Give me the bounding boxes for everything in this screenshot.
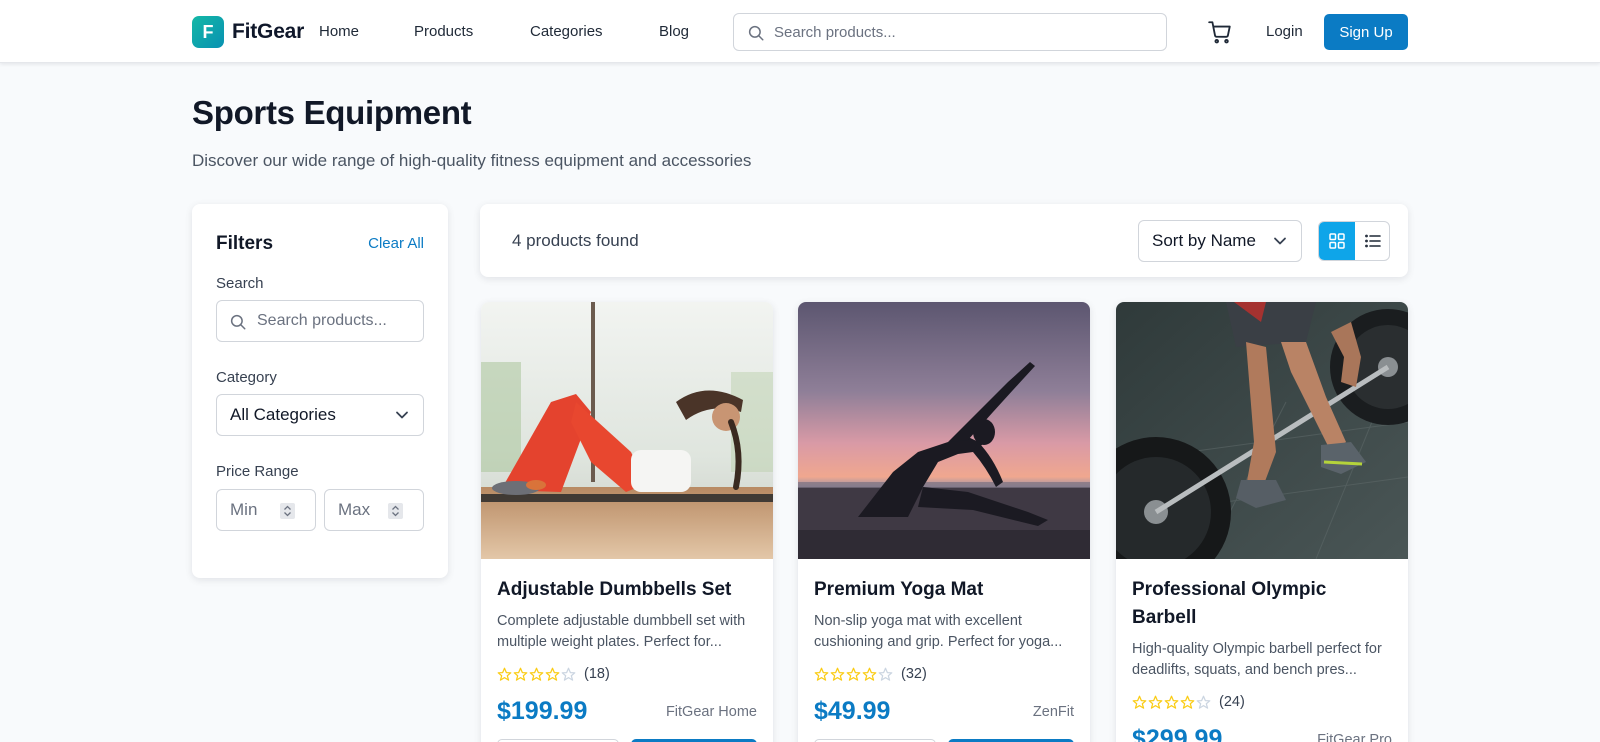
price-max-placeholder: Max <box>338 500 371 519</box>
grid-view-icon[interactable] <box>1319 222 1355 260</box>
filters-panel: Filters Clear All Search Category All Ca… <box>192 204 448 578</box>
star-icon <box>1148 695 1163 709</box>
product-rating: (18) <box>497 666 610 682</box>
page-subtitle: Discover our wide range of high-quality … <box>192 151 752 170</box>
star-icon <box>497 667 512 681</box>
product-image[interactable] <box>1116 302 1408 559</box>
product-brand: FitGear Home <box>665 704 757 720</box>
category-select[interactable]: All Categories <box>216 394 424 436</box>
login-button[interactable]: Login <box>1266 23 1303 40</box>
search-icon <box>748 25 764 41</box>
stepper-icon[interactable] <box>280 503 295 519</box>
category-select-value: All Categories <box>230 405 336 424</box>
filter-search-input[interactable] <box>257 301 417 341</box>
cart-icon[interactable] <box>1207 19 1233 45</box>
brand-logo[interactable]: F FitGear <box>192 16 304 48</box>
price-min-input[interactable]: Min <box>216 489 316 531</box>
product-title[interactable]: Professional Olympic Barbell <box>1132 576 1394 632</box>
list-view-icon[interactable] <box>1355 222 1389 260</box>
nav-link-blog[interactable]: Blog <box>659 23 689 40</box>
product-brand: FitGear Pro <box>1317 732 1392 742</box>
page-title: Sports Equipment <box>192 94 472 131</box>
product-price: $199.99 <box>497 697 588 725</box>
view-toggle <box>1318 221 1390 261</box>
nav-link-categories[interactable]: Categories <box>530 23 603 40</box>
product-card[interactable]: Professional Olympic Barbell High-qualit… <box>1116 302 1408 742</box>
filter-search[interactable] <box>216 300 424 342</box>
nav-link-home[interactable]: Home <box>319 23 359 40</box>
product-description: Complete adjustable dumbbell set with mu… <box>497 613 746 650</box>
signup-button[interactable]: Sign Up <box>1324 14 1408 50</box>
star-icon <box>1196 695 1211 709</box>
search-icon <box>230 314 246 330</box>
product-price: $49.99 <box>814 697 891 725</box>
star-icon <box>1180 695 1195 709</box>
price-max-input[interactable]: Max <box>324 489 424 531</box>
star-icon <box>846 667 861 681</box>
header-search[interactable] <box>733 13 1167 51</box>
chevron-down-icon <box>396 411 408 419</box>
header-search-input[interactable] <box>774 14 1154 50</box>
rating-count: (32) <box>901 666 927 682</box>
logo-text: FitGear <box>232 20 305 43</box>
product-title[interactable]: Premium Yoga Mat <box>814 576 1076 604</box>
results-toolbar: 4 products found Sort by Name <box>480 204 1408 277</box>
rating-count: (24) <box>1219 694 1245 710</box>
product-image[interactable] <box>798 302 1090 559</box>
product-card[interactable]: Premium Yoga Mat Non-slip yoga mat with … <box>798 302 1090 742</box>
star-icon <box>1164 695 1179 709</box>
star-icon <box>513 667 528 681</box>
star-icon <box>545 667 560 681</box>
product-title[interactable]: Adjustable Dumbbells Set <box>497 576 759 604</box>
product-brand: ZenFit <box>1032 704 1074 720</box>
product-rating: (24) <box>1132 694 1245 710</box>
chevron-down-icon <box>1274 237 1286 245</box>
clear-all-button[interactable]: Clear All <box>368 235 424 252</box>
star-icon <box>561 667 576 681</box>
star-icon <box>1132 695 1147 709</box>
star-icon <box>830 667 845 681</box>
stepper-icon[interactable] <box>388 503 403 519</box>
star-icon <box>814 667 829 681</box>
top-navbar: F FitGear Home Products Categories Blog … <box>0 0 1600 63</box>
star-icon <box>862 667 877 681</box>
nav-link-products[interactable]: Products <box>414 23 473 40</box>
price-min-placeholder: Min <box>230 500 258 519</box>
price-range-label: Price Range <box>216 463 299 480</box>
star-icon <box>529 667 544 681</box>
product-card[interactable]: Adjustable Dumbbells Set Complete adjust… <box>481 302 773 742</box>
product-description: Non-slip yoga mat with excellent cushion… <box>814 613 1063 650</box>
logo-mark: F <box>192 16 224 48</box>
product-description: High-quality Olympic barbell perfect for… <box>1132 641 1382 678</box>
sort-select[interactable]: Sort by Name <box>1138 220 1302 262</box>
product-rating: (32) <box>814 666 927 682</box>
product-image[interactable] <box>481 302 773 559</box>
product-price: $299.99 <box>1132 725 1223 742</box>
category-label: Category <box>216 369 277 386</box>
star-icon <box>878 667 893 681</box>
filters-title: Filters <box>216 233 274 254</box>
filter-search-label: Search <box>216 275 264 292</box>
sort-select-value: Sort by Name <box>1152 231 1256 250</box>
rating-count: (18) <box>584 666 610 682</box>
results-count: 4 products found <box>512 231 639 250</box>
